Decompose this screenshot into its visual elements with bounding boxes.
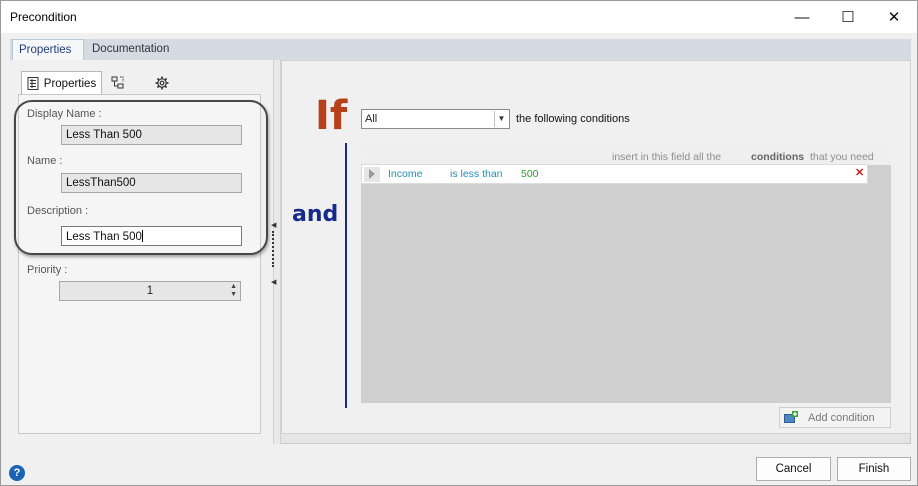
condition-operator[interactable]: is less than bbox=[450, 168, 503, 180]
add-condition-icon bbox=[784, 411, 798, 423]
window-title: Precondition bbox=[10, 10, 77, 24]
subtab-structure[interactable] bbox=[109, 71, 127, 95]
row-expand-icon[interactable] bbox=[369, 169, 375, 179]
minimize-icon: — bbox=[794, 8, 810, 26]
help-icon[interactable]: ? bbox=[9, 465, 25, 481]
subtab-properties[interactable]: Properties bbox=[21, 71, 102, 95]
collapse-arrow-icon-lower[interactable]: ◀ bbox=[271, 278, 276, 286]
quantifier-select[interactable]: All ▼ bbox=[361, 109, 510, 129]
structure-icon bbox=[111, 76, 124, 89]
panel-splitter[interactable] bbox=[273, 60, 281, 444]
spin-arrows-icon[interactable]: ▲ ▼ bbox=[230, 283, 237, 299]
properties-subtab-strip: Properties bbox=[21, 71, 261, 95]
priority-label: Priority : bbox=[27, 264, 68, 276]
quantifier-value: All bbox=[365, 113, 378, 125]
quantifier-suffix: the following conditions bbox=[516, 113, 630, 125]
priority-stepper[interactable]: 1 ▲ ▼ bbox=[59, 281, 241, 301]
add-condition-button[interactable]: Add condition bbox=[779, 407, 891, 428]
callout-highlight-outline bbox=[14, 100, 268, 255]
cancel-button[interactable]: Cancel bbox=[756, 457, 831, 481]
maximize-button[interactable]: ☐ bbox=[825, 1, 871, 33]
add-condition-label: Add condition bbox=[808, 412, 875, 424]
chevron-down-icon[interactable]: ▼ bbox=[494, 111, 508, 127]
close-icon: ✕ bbox=[887, 9, 901, 26]
hint-text-bold: conditions bbox=[751, 151, 805, 163]
subtab-settings[interactable] bbox=[153, 71, 171, 95]
hint-text-2: that you need bbox=[810, 151, 874, 163]
main-tab-strip: Properties Documentation bbox=[10, 39, 911, 60]
condition-field[interactable]: Income bbox=[388, 168, 422, 180]
close-window-button[interactable]: ✕ bbox=[871, 1, 917, 33]
hint-text-1: insert in this field all the bbox=[612, 151, 722, 163]
finish-button[interactable]: Finish bbox=[837, 457, 911, 481]
collapse-arrow-icon[interactable]: ◀ bbox=[271, 221, 276, 229]
splitter-grip[interactable] bbox=[272, 231, 274, 267]
settings-gear-icon bbox=[155, 76, 169, 90]
if-keyword: If bbox=[315, 93, 348, 139]
minimize-button[interactable]: — bbox=[779, 1, 825, 33]
condition-value[interactable]: 500 bbox=[521, 168, 539, 180]
title-bar: Precondition — ☐ ✕ bbox=[1, 1, 917, 33]
tab-documentation[interactable]: Documentation bbox=[86, 39, 176, 60]
subtab-properties-label: Properties bbox=[43, 77, 97, 90]
precondition-dialog: Precondition — ☐ ✕ Properties Documentat… bbox=[0, 0, 918, 486]
tab-properties[interactable]: Properties bbox=[12, 39, 84, 60]
maximize-icon: ☐ bbox=[841, 9, 855, 26]
priority-value: 1 bbox=[146, 285, 154, 297]
properties-grid-icon bbox=[27, 77, 39, 90]
condition-row[interactable] bbox=[361, 164, 868, 184]
condition-group-bracket bbox=[345, 143, 347, 408]
delete-condition-icon[interactable]: ✕ bbox=[855, 166, 864, 179]
and-keyword: and bbox=[292, 202, 339, 227]
